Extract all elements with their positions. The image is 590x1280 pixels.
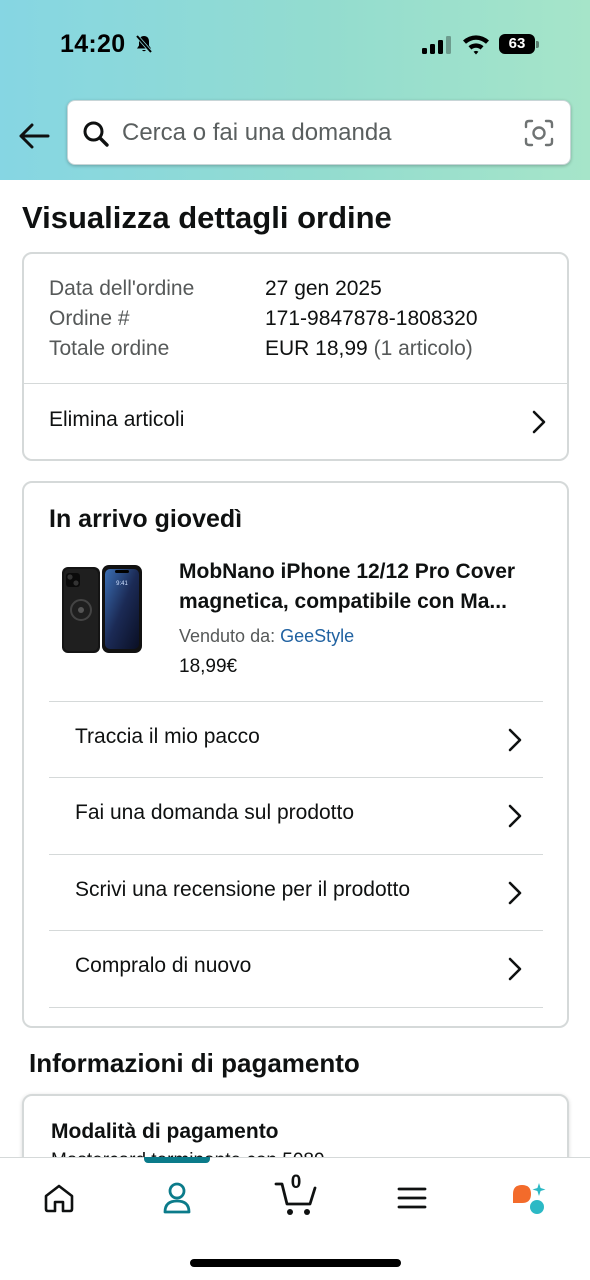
- active-tab-indicator: [144, 1157, 210, 1163]
- chevron-right-icon: [508, 881, 522, 905]
- remove-items-row[interactable]: Elimina articoli: [24, 384, 567, 461]
- search-bar[interactable]: [67, 100, 571, 165]
- order-date-label: Data dell'ordine: [49, 277, 195, 300]
- delivery-title: In arrivo giovedì: [49, 505, 243, 533]
- sold-by-label: Venduto da:: [179, 626, 276, 646]
- divider: [49, 1007, 543, 1008]
- order-total-label: Totale ordine: [49, 337, 170, 360]
- rufus-icon: [513, 1183, 546, 1214]
- order-item-count: (1 articolo): [373, 337, 473, 360]
- search-input[interactable]: [122, 113, 512, 153]
- search-icon: [83, 121, 109, 147]
- product-title[interactable]: MobNano iPhone 12/12 Pro Cover magnetica…: [179, 557, 551, 617]
- remove-items-label: Elimina articoli: [49, 408, 185, 431]
- battery-level: 63: [508, 35, 526, 52]
- order-total-amount: EUR 18,99: [265, 337, 368, 360]
- order-summary-card: Data dell'ordine 27 gen 2025 Ordine # 17…: [22, 252, 569, 461]
- chevron-right-icon: [508, 728, 522, 752]
- tab-account[interactable]: [147, 1176, 207, 1220]
- delivery-card: In arrivo giovedì 9:41 MobNano iPhone 12…: [22, 481, 569, 1028]
- sold-by: Venduto da: GeeStyle: [179, 626, 354, 647]
- write-review-row[interactable]: Scrivi una recensione per il prodotto: [49, 854, 543, 930]
- order-number-label: Ordine #: [49, 307, 130, 330]
- buy-again-row[interactable]: Compralo di nuovo: [49, 930, 543, 1006]
- chevron-right-icon: [532, 410, 546, 434]
- tab-cart[interactable]: 0: [266, 1172, 326, 1222]
- camera-scan-icon[interactable]: [523, 118, 555, 148]
- account-icon: [163, 1182, 191, 1214]
- tab-home[interactable]: [29, 1176, 89, 1220]
- chevron-right-icon: [508, 957, 522, 981]
- tab-rufus-assistant[interactable]: [499, 1176, 559, 1220]
- back-button[interactable]: [14, 116, 54, 156]
- cellular-signal-icon: [422, 36, 451, 54]
- order-date-value: 27 gen 2025: [265, 277, 382, 300]
- ask-question-row[interactable]: Fai una domanda sul prodotto: [49, 777, 543, 853]
- action-label: Traccia il mio pacco: [75, 725, 260, 748]
- track-package-row[interactable]: Traccia il mio pacco: [49, 701, 543, 777]
- page-title: Visualizza dettagli ordine: [22, 200, 392, 235]
- status-time: 14:20: [60, 30, 126, 58]
- bell-muted-icon: [135, 34, 153, 54]
- order-total-value: EUR 18,99 (1 articolo): [265, 337, 473, 361]
- wifi-icon: [463, 35, 489, 55]
- menu-icon: [397, 1187, 427, 1209]
- order-number-value: 171-9847878-1808320: [265, 307, 478, 330]
- chevron-right-icon: [508, 804, 522, 828]
- battery-icon: 63: [499, 34, 539, 54]
- product-image[interactable]: 9:41: [60, 561, 146, 659]
- payment-section-title: Informazioni di pagamento: [29, 1048, 360, 1078]
- bottom-tab-bar: 0: [0, 1157, 590, 1280]
- tab-menu[interactable]: [382, 1176, 442, 1220]
- action-label: Scrivi una recensione per il prodotto: [75, 878, 411, 901]
- cart-count: 0: [290, 1172, 302, 1193]
- home-indicator: [190, 1259, 401, 1267]
- action-label: Fai una domanda sul prodotto: [75, 801, 355, 824]
- svg-text:9:41: 9:41: [116, 581, 128, 587]
- home-icon: [44, 1184, 74, 1213]
- action-label: Compralo di nuovo: [75, 954, 252, 977]
- header: 14:20 63: [0, 0, 590, 180]
- seller-link[interactable]: GeeStyle: [280, 626, 354, 646]
- product-price: 18,99€: [179, 656, 238, 677]
- payment-method-label: Modalità di pagamento: [51, 1120, 279, 1143]
- arrow-left-icon: [19, 123, 50, 149]
